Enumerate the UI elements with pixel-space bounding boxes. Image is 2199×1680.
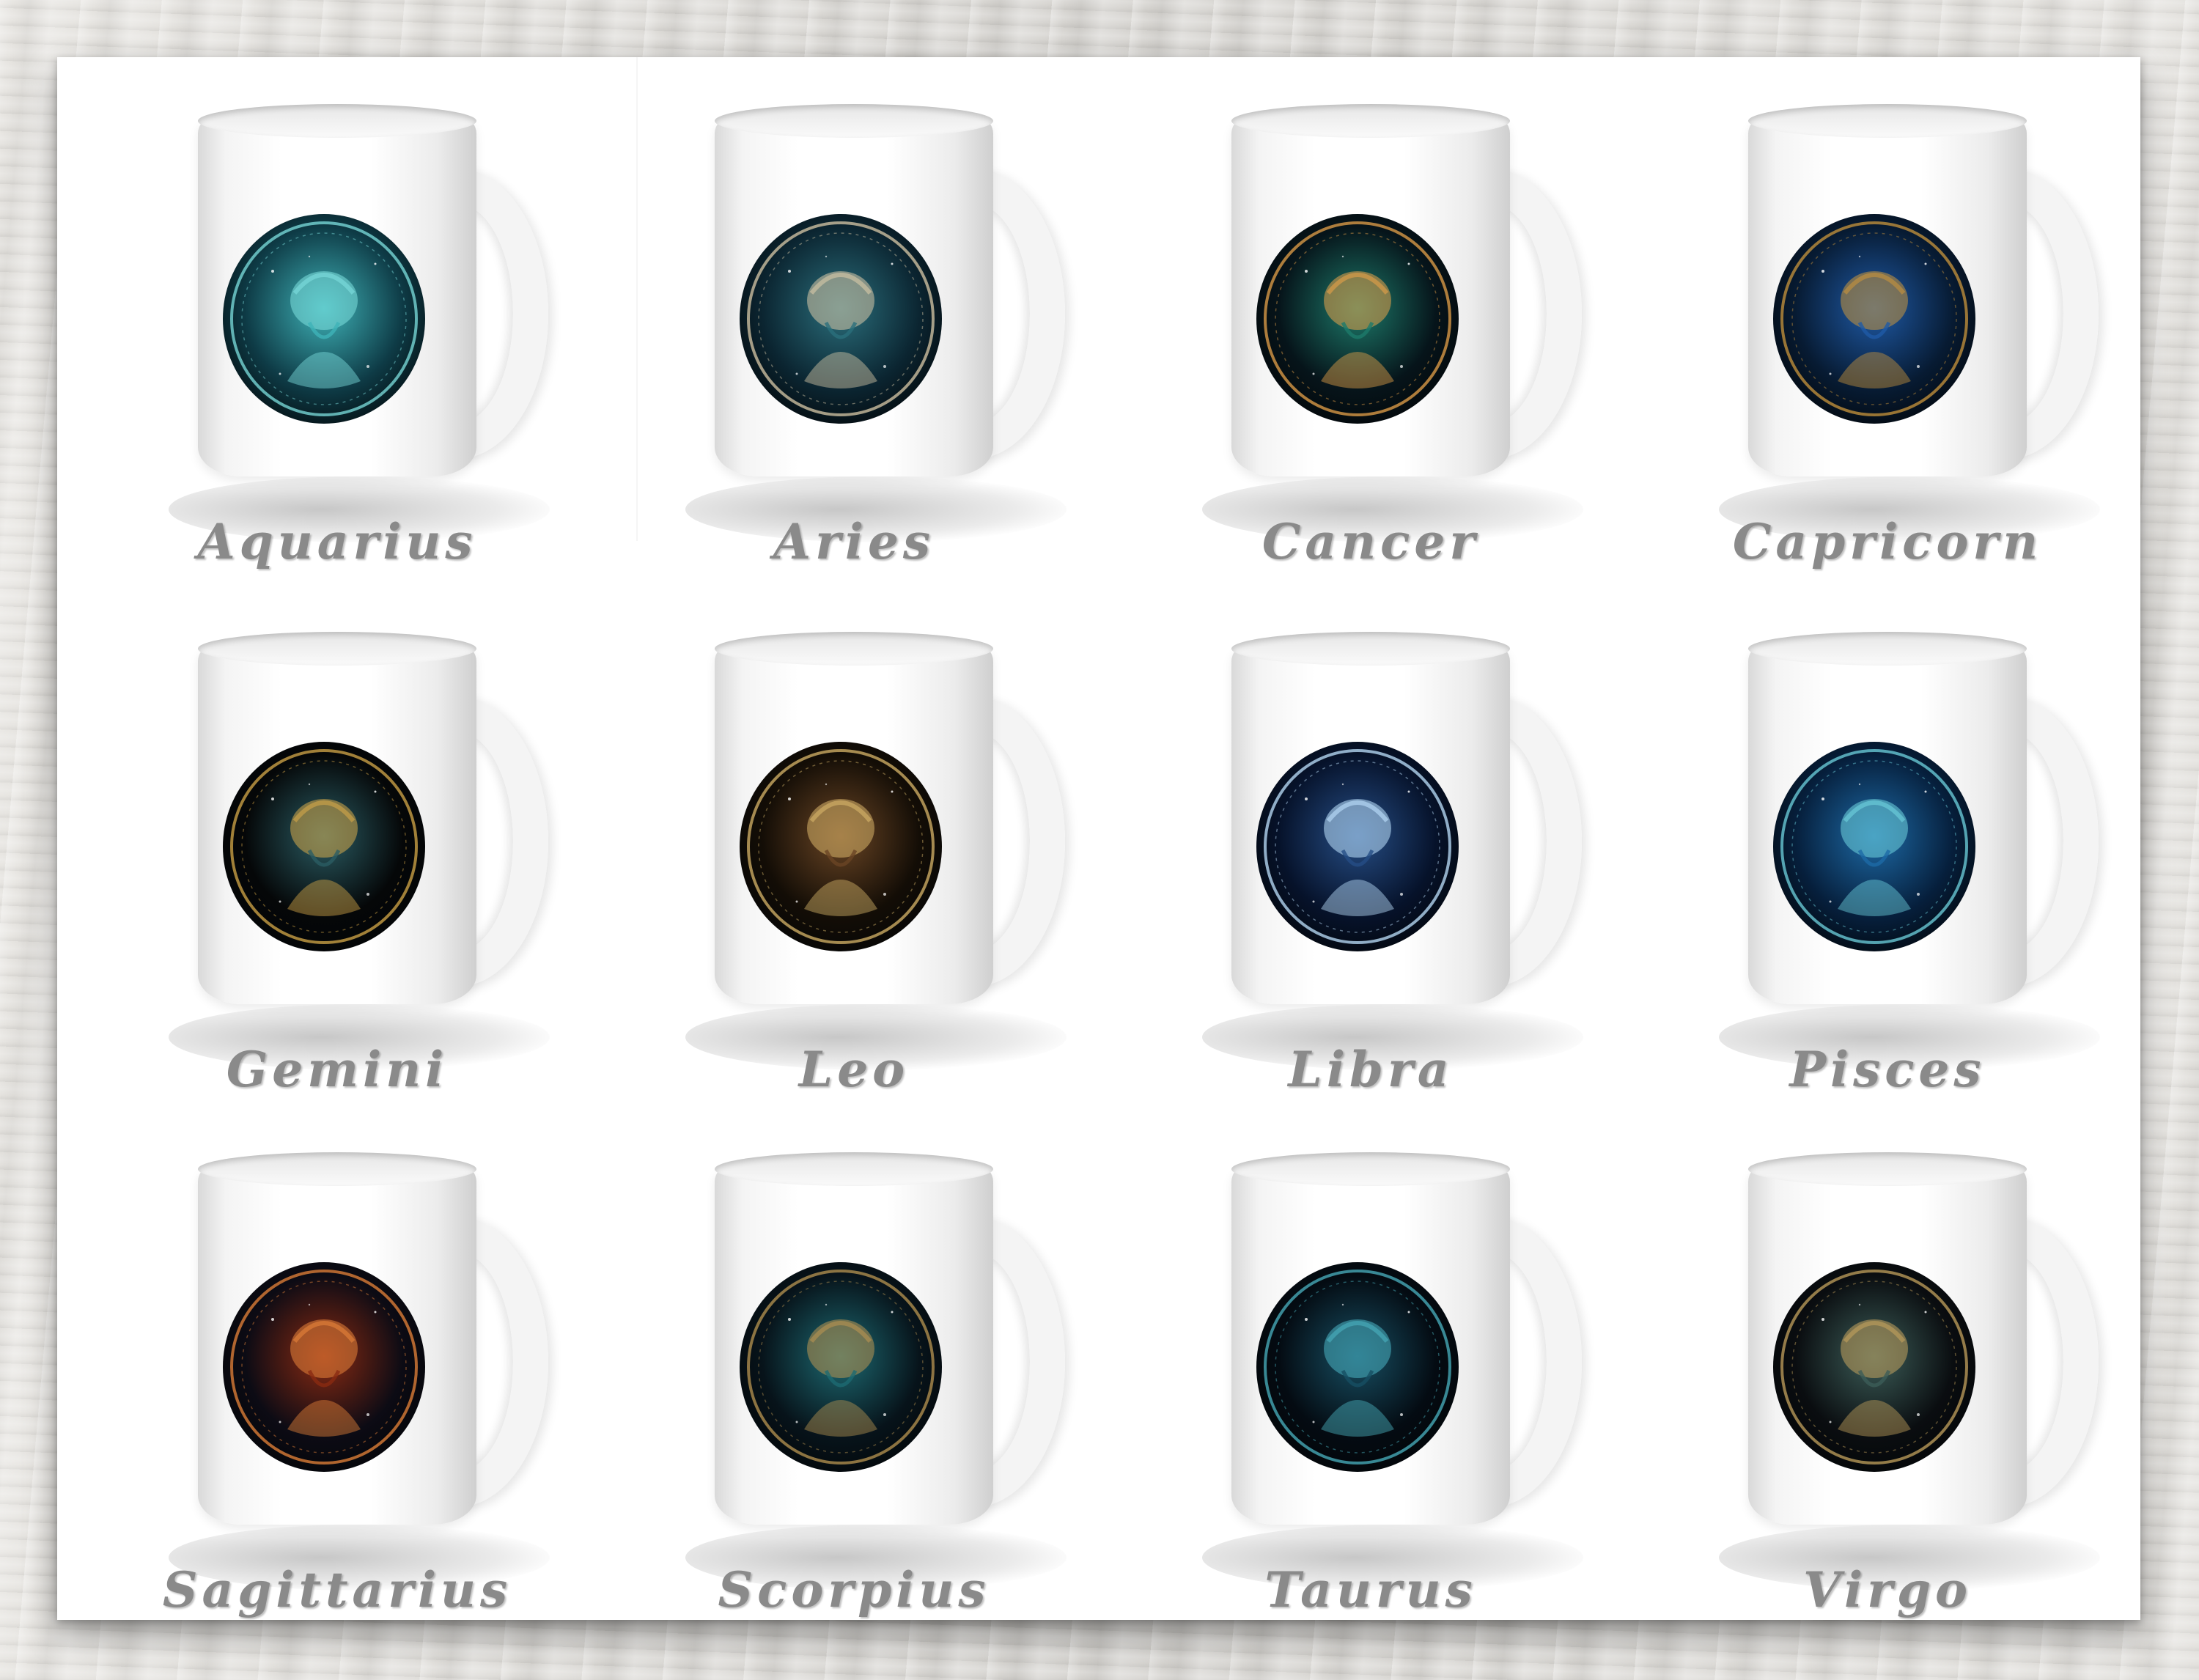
mug-rim [1748, 1152, 2027, 1186]
mug-card: Libra [1121, 616, 1635, 1129]
woman-water-icon [221, 213, 427, 425]
zodiac-label: Scorpius [718, 1561, 990, 1618]
mug-rim [1231, 1152, 1510, 1186]
mug-card: Sagittarius [88, 1136, 601, 1649]
mug-rim [715, 1152, 993, 1186]
mug-card: Aquarius [88, 88, 601, 601]
zodiac-label: Pisces [1789, 1041, 1986, 1098]
ram-icon [738, 213, 943, 425]
bull-icon [1255, 1261, 1460, 1473]
zodiac-label: Aquarius [197, 513, 477, 570]
maiden-icon [1772, 1261, 1977, 1473]
archer-icon [221, 1261, 427, 1473]
zodiac-label: Taurus [1264, 1561, 1477, 1618]
crab-icon [1255, 213, 1460, 425]
zodiac-label: Cancer [1261, 513, 1480, 570]
mug-card: Virgo [1638, 1136, 2151, 1649]
mug-card: Cancer [1121, 88, 1635, 601]
twins-moon-icon [221, 740, 427, 953]
mug-rim [198, 104, 476, 138]
zodiac-label: Gemini [226, 1041, 449, 1098]
goat-icon [1772, 213, 1977, 425]
mug-rim [1231, 632, 1510, 666]
mug-card: Scorpius [605, 1136, 1118, 1649]
zodiac-label: Leo [798, 1041, 910, 1098]
zodiac-label: Libra [1288, 1041, 1454, 1098]
mug-card: Capricorn [1638, 88, 2151, 601]
lion-icon [738, 740, 943, 953]
mug-card: Taurus [1121, 1136, 1635, 1649]
mug-rim [715, 632, 993, 666]
zodiac-label: Capricorn [1732, 513, 2043, 570]
mug-rim [198, 632, 476, 666]
zodiac-label: Sagittarius [162, 1561, 512, 1618]
mug-card: Pisces [1638, 616, 2151, 1129]
fish-icon [1772, 740, 1977, 953]
scorpion-icon [738, 1261, 943, 1473]
mug-rim [1748, 104, 2027, 138]
mug-card: Aries [605, 88, 1118, 601]
zodiac-label: Aries [773, 513, 935, 570]
mug-card: Leo [605, 616, 1118, 1129]
mug-rim [198, 1152, 476, 1186]
zodiac-label: Virgo [1802, 1561, 1973, 1618]
mug-rim [1231, 104, 1510, 138]
mug-card: Gemini [88, 616, 601, 1129]
mug-rim [1748, 632, 2027, 666]
mug-rim [715, 104, 993, 138]
scales-icon [1255, 740, 1460, 953]
